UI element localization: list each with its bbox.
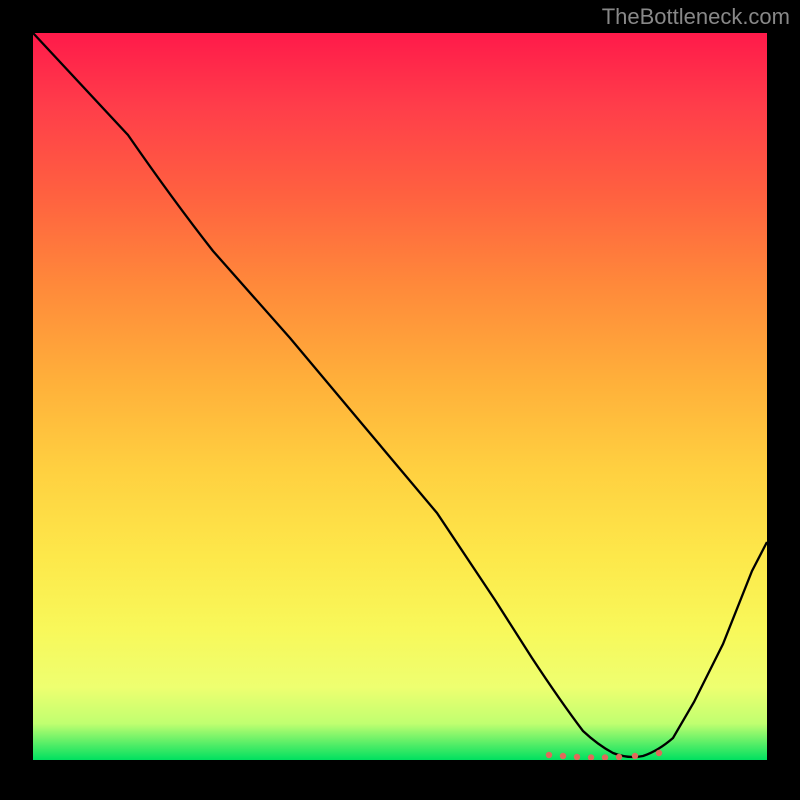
chart-container: TheBottleneck.com (0, 0, 800, 800)
curve-layer (33, 33, 767, 760)
watermark-text: TheBottleneck.com (602, 4, 790, 30)
plot-area (33, 33, 767, 760)
bottleneck-curve (33, 33, 767, 757)
